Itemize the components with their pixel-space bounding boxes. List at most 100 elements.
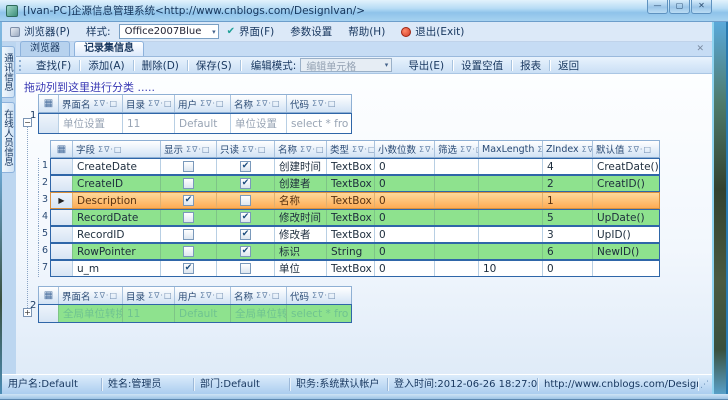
- side-tab-online-users[interactable]: 在线人员信息: [2, 102, 15, 173]
- export-button[interactable]: 导出(E): [400, 57, 452, 74]
- detail-row-createdate[interactable]: CreateDate ✔ 创建时间 TextBox 0 4 CreatDate(…: [50, 158, 660, 175]
- filter-icons[interactable]: Σ∇·□: [309, 291, 337, 300]
- filter-icons[interactable]: Σ∇·□: [297, 145, 325, 154]
- column-header-dir[interactable]: 目录Σ∇·□: [123, 95, 175, 112]
- filter-icons[interactable]: Σ∇·□: [534, 145, 543, 154]
- show-checkbox[interactable]: ✔: [183, 263, 194, 274]
- set-null-button[interactable]: 设置空值: [453, 57, 511, 74]
- menu-params[interactable]: 参数设置: [282, 22, 340, 41]
- resize-grip-icon[interactable]: ⋰: [698, 380, 712, 390]
- grid-corner-icon: ▦: [39, 287, 59, 304]
- toolbar-grip[interactable]: [19, 60, 24, 71]
- filter-icons[interactable]: Σ∇·□: [239, 145, 267, 154]
- filter-icons[interactable]: Σ∇·□: [145, 291, 173, 300]
- filter-icons[interactable]: Σ∇·□: [416, 145, 435, 154]
- master-grid2-header: ▦ 界面名Σ∇·□ 目录Σ∇·□ 用户Σ∇·□ 名称Σ∇·□ 代码Σ∇·□: [38, 286, 352, 305]
- back-button[interactable]: 返回: [550, 57, 587, 74]
- menu-browser[interactable]: 浏览器(P): [2, 22, 78, 41]
- column-header-field[interactable]: 字段Σ∇·□: [73, 141, 161, 157]
- show-checkbox[interactable]: [183, 161, 194, 172]
- show-checkbox[interactable]: [183, 229, 194, 240]
- filter-icons[interactable]: Σ∇·□: [579, 145, 593, 154]
- tab-browser[interactable]: 浏览器: [20, 41, 70, 56]
- detail-row-recorddate[interactable]: RecordDate ✔ 修改时间 TextBox 0 5 UpDate(): [50, 209, 660, 226]
- column-header-default[interactable]: 默认值Σ∇·□: [593, 141, 659, 157]
- filter-icons[interactable]: Σ∇·□: [95, 145, 123, 154]
- save-button[interactable]: 保存(S): [188, 57, 240, 74]
- readonly-checkbox[interactable]: ✔: [240, 178, 251, 189]
- column-header-type[interactable]: 类型Σ∇·□: [327, 141, 375, 157]
- close-tab-icon[interactable]: ✕: [696, 44, 704, 54]
- show-checkbox[interactable]: ✔: [183, 195, 194, 206]
- column-header-user[interactable]: 用户Σ∇·□: [175, 95, 231, 112]
- readonly-checkbox[interactable]: ✔: [240, 212, 251, 223]
- column-header-name[interactable]: 名称Σ∇·□: [275, 141, 327, 157]
- filter-icons[interactable]: Σ∇·□: [349, 145, 375, 154]
- column-header-decimals[interactable]: 小数位数Σ∇·□: [375, 141, 435, 157]
- add-button[interactable]: 添加(A): [80, 57, 132, 74]
- group-by-bar[interactable]: 拖动列到这里进行分类 .....: [24, 79, 155, 95]
- show-checkbox[interactable]: [183, 212, 194, 223]
- readonly-checkbox[interactable]: ✔: [240, 161, 251, 172]
- report-button[interactable]: 报表: [512, 57, 549, 74]
- close-button[interactable]: ✕: [691, 0, 712, 14]
- row-number: 3: [38, 192, 50, 209]
- column-header-dir[interactable]: 目录Σ∇·□: [123, 287, 175, 304]
- delete-button[interactable]: 删除(D): [134, 57, 187, 74]
- filter-icons[interactable]: Σ∇·□: [457, 145, 479, 154]
- detail-row-rowpointer[interactable]: RowPointer ✔ 标识 String 0 6 NewID(): [50, 243, 660, 260]
- filter-icons[interactable]: Σ∇·□: [183, 145, 211, 154]
- column-header-show[interactable]: 显示Σ∇·□: [161, 141, 217, 157]
- filter-icons[interactable]: Σ∇·□: [91, 291, 119, 300]
- master-row-1[interactable]: 单位设置 11 Default 单位设置 select * fro: [38, 113, 352, 134]
- style-select[interactable]: Office2007Blue ▾: [119, 24, 219, 39]
- detail-row-description-selected[interactable]: ▶ Description ✔ 名称 TextBox 0 1: [50, 192, 660, 209]
- show-checkbox[interactable]: [183, 178, 194, 189]
- filter-icons[interactable]: Σ∇·□: [309, 99, 337, 108]
- menu-help[interactable]: 帮助(H): [340, 22, 393, 41]
- column-header-user[interactable]: 用户Σ∇·□: [175, 287, 231, 304]
- column-header-uiname[interactable]: 界面名Σ∇·□: [59, 95, 123, 112]
- detail-row-recordid[interactable]: RecordID ✔ 修改者 TextBox 0 3 UpID(): [50, 226, 660, 243]
- menu-interface[interactable]: ✔ 界面(F): [219, 22, 283, 41]
- window-title: [Ivan-PC]企源信息管理系统<http://www.cnblogs.com…: [23, 3, 365, 18]
- readonly-checkbox[interactable]: [240, 263, 251, 274]
- filter-icons[interactable]: Σ∇·□: [91, 99, 119, 108]
- column-header-maxlength[interactable]: MaxLengthΣ∇·□: [479, 141, 543, 157]
- column-header-zindex[interactable]: ZIndexΣ∇·□: [543, 141, 593, 157]
- column-header-name[interactable]: 名称Σ∇·□: [231, 95, 287, 112]
- side-tab-comm-info[interactable]: 通讯信息: [2, 46, 15, 98]
- column-header-code[interactable]: 代码Σ∇·□: [287, 287, 351, 304]
- detail-row-um[interactable]: u_m ✔ 单位 TextBox 0 10 0: [50, 260, 660, 277]
- edit-mode-select[interactable]: 编辑单元格 ▾: [300, 58, 392, 72]
- readonly-checkbox[interactable]: ✔: [240, 246, 251, 257]
- tab-recordset-info[interactable]: 记录集信息: [74, 41, 144, 56]
- maximize-button[interactable]: ▢: [669, 0, 690, 14]
- filter-icons[interactable]: Σ∇·□: [145, 99, 173, 108]
- show-checkbox[interactable]: [183, 246, 194, 257]
- filter-icons[interactable]: Σ∇·□: [253, 99, 281, 108]
- filter-icons[interactable]: Σ∇·□: [625, 145, 653, 154]
- readonly-checkbox[interactable]: [240, 195, 251, 206]
- column-header-code[interactable]: 代码Σ∇·□: [287, 95, 351, 112]
- minimize-button[interactable]: —: [647, 0, 668, 14]
- master-row-2[interactable]: 全局单位转换 11 Default 全局单位转 select * fro: [38, 304, 352, 323]
- interface-icon: ✔: [227, 27, 235, 37]
- detail-grid-header: ▦ 字段Σ∇·□ 显示Σ∇·□ 只读Σ∇·□ 名称Σ∇·□ 类型Σ∇·□ 小数位…: [50, 140, 660, 158]
- filter-icons[interactable]: Σ∇·□: [253, 291, 281, 300]
- titlebar[interactable]: [Ivan-PC]企源信息管理系统<http://www.cnblogs.com…: [0, 0, 728, 22]
- filter-icons[interactable]: Σ∇·□: [197, 291, 225, 300]
- column-header-uiname[interactable]: 界面名Σ∇·□: [59, 287, 123, 304]
- status-url[interactable]: http://www.cnblogs.com/DesignIvan/: [538, 378, 698, 391]
- filter-icons[interactable]: Σ∇·□: [197, 99, 225, 108]
- column-header-name[interactable]: 名称Σ∇·□: [231, 287, 287, 304]
- browser-icon: [10, 27, 20, 37]
- find-button[interactable]: 查找(F): [28, 57, 79, 74]
- column-header-readonly[interactable]: 只读Σ∇·□: [217, 141, 275, 157]
- readonly-checkbox[interactable]: ✔: [240, 229, 251, 240]
- detail-row-createid[interactable]: CreateID ✔ 创建者 TextBox 0 2 CreatID(): [50, 175, 660, 192]
- grid-corner-icon: ▦: [39, 95, 59, 112]
- column-header-filter[interactable]: 筛选Σ∇·□: [435, 141, 479, 157]
- menu-exit[interactable]: 退出(Exit): [393, 22, 472, 41]
- status-login-time: 登入时间:2012-06-26 18:27:06: [388, 378, 538, 391]
